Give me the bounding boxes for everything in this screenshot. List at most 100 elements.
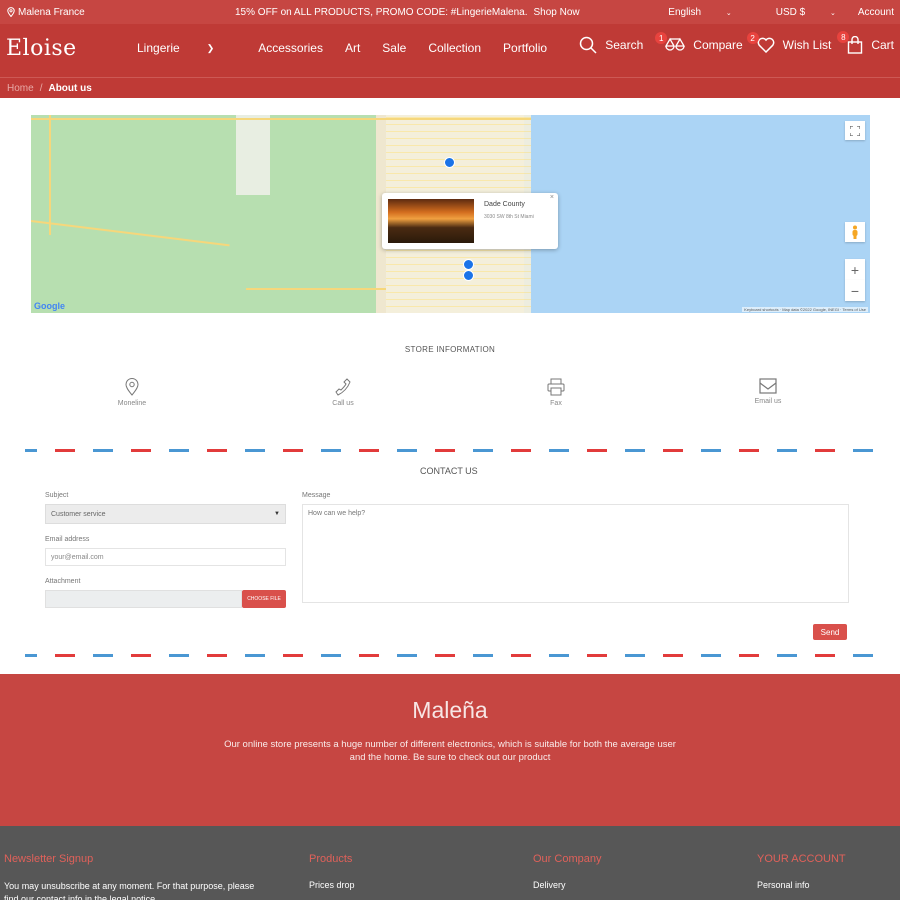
heart-icon	[757, 37, 775, 53]
shop-now-link[interactable]: Shop Now	[534, 7, 580, 18]
promo-text: 15% OFF on ALL PRODUCTS, PROMO CODE: #Li…	[235, 6, 528, 18]
compare-label: Compare	[693, 38, 743, 52]
map-marker[interactable]	[444, 157, 455, 168]
store-info-email[interactable]: Email us	[728, 378, 808, 405]
subject-select[interactable]: Customer service ▼	[45, 504, 286, 524]
main-header: Eloise Lingerie ❯ Accessories Art Sale Co…	[0, 24, 900, 78]
newsletter-text: You may unsubscribe at any moment. For t…	[4, 881, 255, 904]
nav-item-portfolio[interactable]: Portfolio	[503, 41, 547, 55]
map-info-window: Dade County 3030 SW 8th St Miami ×	[382, 193, 558, 249]
currency-selector[interactable]: USD $ ⌄	[754, 7, 836, 18]
email-field[interactable]: your@email.com	[45, 548, 286, 566]
account-link[interactable]: Account	[858, 7, 894, 18]
email-placeholder: your@email.com	[51, 553, 104, 561]
cart-button[interactable]: 8 Cart	[837, 31, 894, 54]
store-info-label: Moneline	[117, 400, 147, 407]
message-textarea[interactable]: How can we help?	[302, 504, 849, 603]
store-location-label: Malena France	[18, 6, 85, 18]
chevron-down-icon: ❯	[206, 42, 215, 53]
envelope-icon	[759, 378, 777, 394]
top-bar: Malena France 15% OFF on ALL PRODUCTS, P…	[0, 0, 900, 24]
map-road	[246, 288, 386, 290]
info-window-title: Dade County	[484, 201, 525, 208]
nav-item-art[interactable]: Art	[345, 41, 360, 55]
subject-label: Subject	[45, 492, 69, 499]
contact-title: CONTACT US	[420, 466, 478, 476]
printer-icon	[547, 378, 565, 396]
store-photo	[388, 199, 474, 243]
street-view-pegman[interactable]	[845, 222, 865, 242]
map-marker[interactable]	[463, 270, 474, 281]
search-icon	[580, 36, 597, 54]
fullscreen-button[interactable]	[845, 121, 865, 140]
about-section: Maleña Our online store presents a huge …	[0, 674, 900, 826]
store-info-fax: Fax	[516, 378, 596, 407]
map-pin-icon	[125, 378, 139, 396]
footer-link-delivery[interactable]: Delivery	[533, 880, 566, 890]
map-area	[236, 115, 270, 195]
nav-item-accessories[interactable]: Accessories	[258, 41, 323, 55]
store-info-phone[interactable]: Call us	[303, 378, 383, 407]
footer-link-personal-info[interactable]: Personal info	[757, 880, 810, 890]
map-road	[49, 115, 51, 235]
language-label: English	[668, 6, 702, 18]
nav-label: Lingerie	[137, 41, 180, 55]
map-pin-icon	[7, 7, 15, 17]
brand-name: Maleña	[412, 697, 488, 723]
promo-banner: 15% OFF on ALL PRODUCTS, PROMO CODE: #Li…	[235, 7, 580, 18]
chevron-down-icon: ⌄	[725, 9, 732, 17]
breadcrumb-current: About us	[48, 82, 92, 94]
choose-file-button[interactable]: CHOOSE FILE	[242, 590, 286, 608]
airmail-divider	[25, 449, 880, 452]
search-button[interactable]: Search	[579, 36, 643, 54]
attachment-field[interactable]	[45, 590, 242, 608]
breadcrumb: Home / About us	[0, 78, 900, 98]
store-info-label: Fax	[550, 400, 562, 407]
google-logo: Google	[34, 301, 65, 311]
store-info-address: Moneline	[92, 378, 172, 407]
site-logo[interactable]: Eloise	[6, 36, 77, 61]
wishlist-label: Wish List	[782, 38, 832, 52]
store-location[interactable]: Malena France	[7, 7, 85, 18]
language-selector[interactable]: English ⌄	[646, 7, 731, 18]
airmail-divider	[25, 654, 880, 657]
phone-icon	[335, 378, 351, 396]
wishlist-button[interactable]: 2 Wish List	[746, 32, 832, 53]
products-heading: Products	[309, 853, 353, 865]
search-label: Search	[605, 38, 644, 52]
fullscreen-icon	[850, 125, 860, 136]
map-land	[31, 115, 386, 313]
compare-button[interactable]: 1 Compare	[655, 32, 743, 53]
attachment-label: Attachment	[45, 578, 81, 585]
send-button[interactable]: Send	[813, 624, 847, 640]
subject-value: Customer service	[51, 510, 106, 518]
zoom-in-button[interactable]: +	[845, 259, 865, 280]
store-info-title: STORE INFORMATION	[404, 345, 496, 354]
caret-down-icon: ▼	[274, 511, 280, 517]
pegman-icon	[852, 225, 858, 239]
scale-icon	[665, 37, 686, 51]
message-placeholder: How can we help?	[308, 510, 366, 517]
footer-link-prices-drop[interactable]: Prices drop	[309, 880, 355, 890]
nav-item-sale[interactable]: Sale	[382, 41, 406, 55]
zoom-out-button[interactable]: −	[845, 280, 865, 301]
nav-item-lingerie[interactable]: Lingerie ❯	[137, 41, 236, 55]
main-nav: Lingerie ❯ Accessories Art Sale Collectio…	[137, 41, 569, 55]
account-heading: YOUR ACCOUNT	[757, 853, 846, 865]
message-label: Message	[302, 492, 331, 499]
map-marker[interactable]	[463, 259, 474, 270]
close-icon[interactable]: ×	[550, 194, 554, 201]
nav-item-collection[interactable]: Collection	[428, 41, 481, 55]
map-road	[31, 118, 531, 120]
brand-description: Our online store presents a huge number …	[224, 739, 676, 763]
store-map[interactable]: Dade County 3030 SW 8th St Miami × + − G…	[31, 115, 870, 313]
info-window-address: 3030 SW 8th St Miami	[484, 214, 534, 220]
shopping-bag-icon	[848, 36, 863, 54]
chevron-down-icon: ⌄	[829, 9, 836, 17]
currency-label: USD $	[775, 6, 806, 18]
footer: Newsletter Signup You may unsubscribe at…	[0, 826, 900, 904]
newsletter-heading: Newsletter Signup	[4, 853, 94, 865]
map-attribution[interactable]: Keyboard shortcuts · Map data ©2022 Goog…	[742, 307, 868, 312]
cart-label: Cart	[871, 38, 894, 52]
breadcrumb-home[interactable]: Home	[7, 83, 34, 94]
